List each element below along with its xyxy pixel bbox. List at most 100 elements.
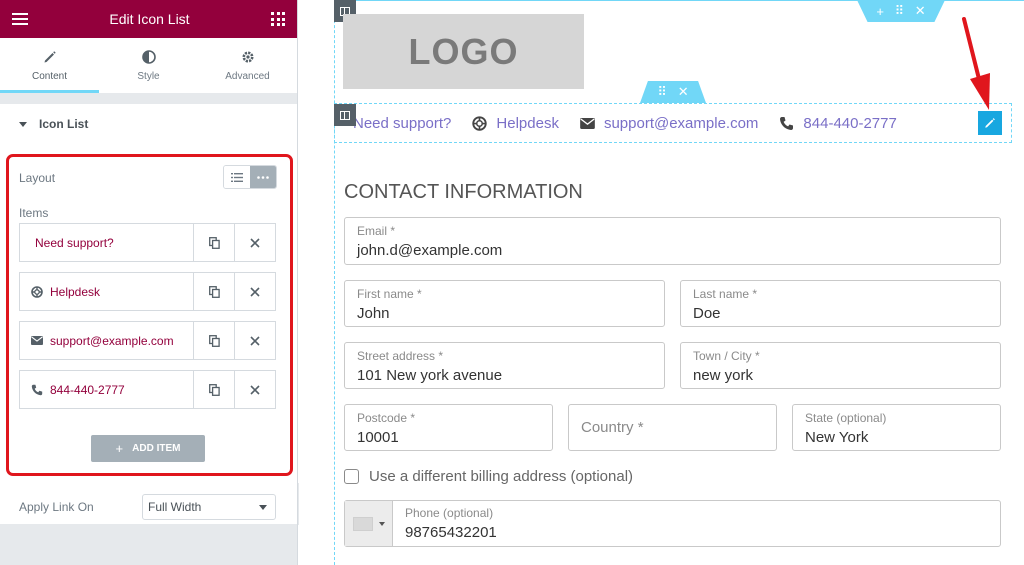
- section-toggle[interactable]: Icon List: [0, 104, 297, 144]
- city-field[interactable]: Town / City * new york: [680, 342, 1001, 389]
- tab-content-label: Content: [31, 71, 68, 82]
- apply-link-row: Apply Link On Full Width: [19, 494, 276, 520]
- column-handle[interactable]: [334, 104, 356, 126]
- close-icon: [250, 335, 260, 346]
- repeater-item: support@example.com: [19, 321, 276, 360]
- phone-icon: [30, 384, 43, 396]
- copy-icon: [208, 236, 220, 249]
- icon-list-item[interactable]: 844-440-2777: [779, 115, 897, 132]
- add-item-button[interactable]: + ADD ITEM: [91, 435, 205, 462]
- repeater-item-label: 844-440-2777: [50, 382, 125, 397]
- tab-style-label: Style: [137, 71, 160, 82]
- last-name-value: Doe: [693, 305, 721, 322]
- country-placeholder: Country *: [581, 419, 644, 436]
- layout-inline-button[interactable]: [250, 166, 276, 188]
- phone-label: Phone (optional): [405, 506, 494, 520]
- layout-default-button[interactable]: [224, 166, 250, 188]
- layout-label: Layout: [19, 171, 56, 185]
- copy-icon: [208, 383, 220, 396]
- repeater-item: 844-440-2777: [19, 370, 276, 409]
- duplicate-button[interactable]: [193, 273, 234, 310]
- phone-field[interactable]: Phone (optional) 98765432201: [344, 500, 1001, 547]
- editor-panel: Edit Icon List Content Style Advanced Ic…: [0, 0, 298, 565]
- lifebuoy-icon: [472, 116, 488, 131]
- repeater-item-title[interactable]: 844-440-2777: [20, 371, 193, 408]
- email-label: Email *: [357, 224, 396, 238]
- icon-list-item[interactable]: support@example.com: [580, 115, 758, 132]
- icon-list-item-label: Need support?: [353, 115, 452, 132]
- panel-title: Edit Icon List: [109, 11, 190, 27]
- duplicate-button[interactable]: [193, 322, 234, 359]
- phone-value: 98765432201: [405, 524, 497, 541]
- inner-section-toolbar: ⠿ ✕: [640, 81, 706, 103]
- tab-style[interactable]: Style: [99, 38, 198, 93]
- apply-link-select[interactable]: Full Width: [142, 494, 276, 520]
- close-icon: [250, 237, 260, 248]
- close-icon: [250, 286, 260, 297]
- red-highlight-box: [6, 154, 293, 476]
- tab-content[interactable]: Content: [0, 38, 99, 93]
- state-value: New York: [805, 429, 869, 446]
- apply-link-value: Full Width: [148, 500, 202, 514]
- phone-input[interactable]: Phone (optional) 98765432201: [393, 501, 509, 546]
- menu-icon[interactable]: [12, 13, 28, 25]
- remove-button[interactable]: [234, 273, 275, 310]
- contact-information-heading: CONTACT INFORMATION: [344, 181, 583, 203]
- repeater-item-label: support@example.com: [50, 333, 174, 348]
- remove-button[interactable]: [234, 371, 275, 408]
- postcode-label: Postcode *: [357, 411, 416, 425]
- tab-advanced[interactable]: Advanced: [198, 38, 297, 93]
- repeater-item-title[interactable]: support@example.com: [20, 322, 193, 359]
- country-code-select[interactable]: [345, 501, 393, 546]
- icon-list-widget[interactable]: Need support? Helpdesk support@example.c…: [334, 103, 1012, 143]
- apply-link-label: Apply Link On: [19, 500, 94, 514]
- widgets-grid-icon[interactable]: [271, 12, 285, 26]
- repeater-item: Helpdesk: [19, 272, 276, 311]
- repeater-item-title[interactable]: Need support?: [20, 224, 193, 261]
- duplicate-button[interactable]: [193, 371, 234, 408]
- lifebuoy-icon: [30, 285, 43, 298]
- repeater-item-label: Helpdesk: [50, 284, 101, 299]
- chevron-down-icon: [378, 521, 385, 526]
- panel-header: Edit Icon List: [0, 0, 297, 38]
- envelope-icon: [580, 118, 595, 129]
- section-toolbar: + ⠿ ✕: [857, 0, 945, 22]
- icon-list-section: Icon List Layout Items Need support? Hel…: [0, 104, 297, 524]
- repeater-item-title[interactable]: Helpdesk: [20, 273, 193, 310]
- last-name-field[interactable]: Last name * Doe: [680, 280, 1001, 327]
- email-field[interactable]: Email * john.d@example.com: [344, 217, 1001, 265]
- flag-icon: [352, 516, 373, 531]
- column-icon: [340, 110, 350, 120]
- tab-advanced-label: Advanced: [225, 71, 270, 82]
- phone-icon: [779, 116, 794, 131]
- state-field[interactable]: State (optional) New York: [792, 404, 1001, 451]
- postcode-field[interactable]: Postcode * 10001: [344, 404, 553, 451]
- billing-checkbox[interactable]: [344, 469, 359, 484]
- add-section-icon[interactable]: +: [876, 4, 884, 19]
- preview-canvas: + ⠿ ✕ LOGO ⠿ ✕ Need support? Helpdesk su…: [299, 0, 1024, 565]
- icon-list-item[interactable]: Need support?: [353, 115, 451, 132]
- envelope-icon: [30, 336, 43, 345]
- duplicate-button[interactable]: [193, 224, 234, 261]
- icon-list-item[interactable]: Helpdesk: [472, 115, 559, 132]
- drag-handle-icon[interactable]: ⠿: [895, 3, 905, 19]
- street-address-label: Street address *: [357, 349, 444, 363]
- close-icon: [250, 384, 260, 395]
- edit-widget-button[interactable]: [978, 111, 1002, 135]
- chevron-down-icon: [259, 504, 267, 510]
- country-field[interactable]: Country *: [568, 404, 777, 451]
- half-circle-icon: [141, 49, 156, 65]
- first-name-value: John: [357, 305, 390, 322]
- drag-handle-icon[interactable]: ⠿: [657, 84, 667, 100]
- street-address-field[interactable]: Street address * 101 New york avenue: [344, 342, 665, 389]
- remove-button[interactable]: [234, 224, 275, 261]
- first-name-field[interactable]: First name * John: [344, 280, 665, 327]
- delete-section-icon[interactable]: ✕: [678, 84, 689, 100]
- delete-section-icon[interactable]: ✕: [915, 3, 926, 19]
- state-label: State (optional): [805, 411, 887, 425]
- billing-label: Use a different billing address (optiona…: [369, 468, 634, 485]
- remove-button[interactable]: [234, 322, 275, 359]
- billing-address-checkbox-row[interactable]: Use a different billing address (optiona…: [344, 468, 633, 485]
- copy-icon: [208, 285, 220, 298]
- icon-list-item-label: Helpdesk: [496, 115, 559, 132]
